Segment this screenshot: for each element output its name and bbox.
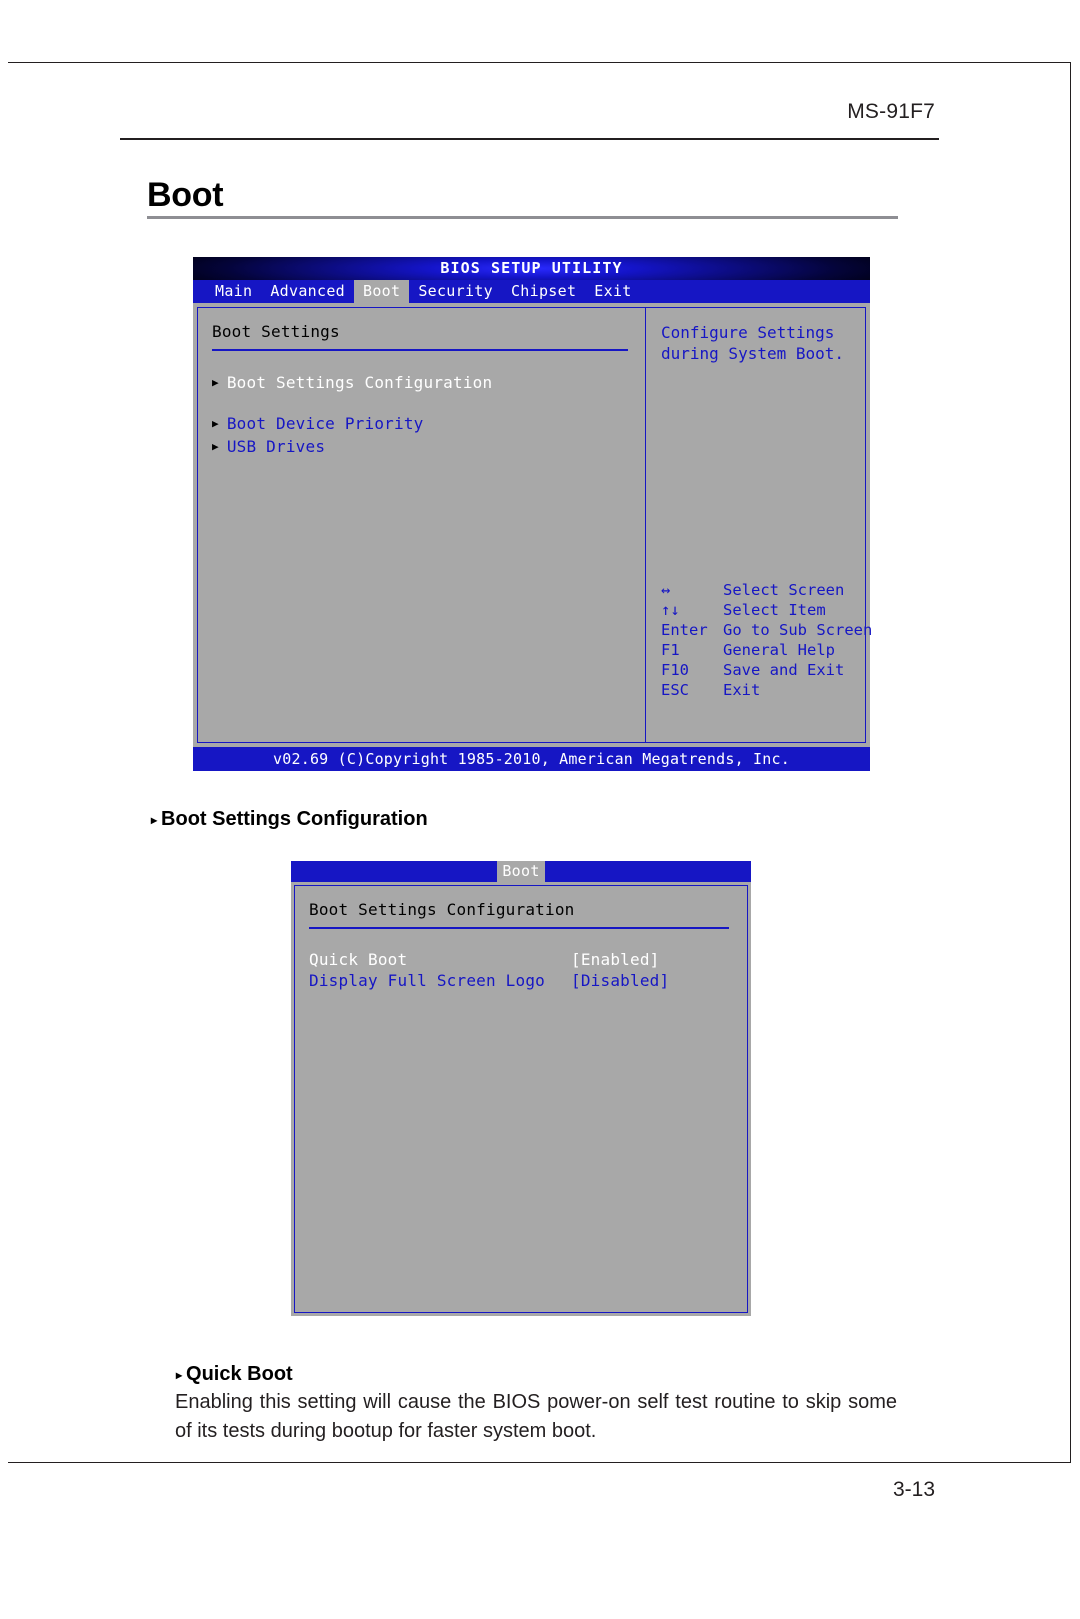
bios-menu-exit[interactable]: Exit [585,280,640,303]
bios-menu-boot[interactable]: Boot [353,280,410,303]
heading-label: Boot Settings Configuration [161,808,428,830]
bios-key-legend: ↔ Select Screen ↑↓ Select Item Enter Go … [661,580,872,700]
page-title: Boot [147,176,224,214]
bios2-body: Boot Settings Configuration Quick Boot [… [291,882,751,1316]
key-action: Select Screen [723,581,845,599]
key-legend-row: ↔ Select Screen [661,580,872,600]
key-arrows-ud: ↑↓ [661,601,680,619]
bios-options-panel: Boot Settings ▶ Boot Settings Configurat… [197,307,645,743]
bios-menu-bar: Main Advanced Boot Security Chipset Exit [193,280,870,303]
page-number: 3-13 [892,1478,935,1501]
key-legend-row: F10 Save and Exit [661,660,872,680]
bios2-row-display-full-screen-logo[interactable]: Display Full Screen Logo [Disabled] [309,970,747,991]
bios-help-panel: Configure Settings during System Boot. ↔… [645,307,872,743]
key-f10: F10 [661,661,689,679]
bios-menu-main[interactable]: Main [206,280,261,303]
body-paragraph: Enabling this setting will cause the BIO… [175,1391,897,1442]
bios-option-label: Boot Settings Configuration [226,372,493,392]
triangle-right-icon: ▸ [151,812,158,827]
title-underline [147,216,898,219]
key-action: Save and Exit [723,661,845,679]
setting-label: Quick Boot [309,949,408,969]
bios-menu-advanced[interactable]: Advanced [261,280,354,303]
bios-setup-screenshot-main: BIOS SETUP UTILITY Main Advanced Boot Se… [193,257,872,771]
bios-setup-screenshot-boot-settings: Boot Boot Settings Configuration Quick B… [291,861,751,1316]
section-divider [309,927,729,929]
bios2-menu-boot[interactable]: Boot [497,861,545,882]
key-enter: Enter [661,621,708,639]
bios2-section-title: Boot Settings Configuration [309,900,575,919]
key-legend-row: ↑↓ Select Item [661,600,872,620]
triangle-right-icon: ▶ [212,416,219,430]
bios-menu-chipset[interactable]: Chipset [502,280,585,303]
bios-body: Boot Settings ▶ Boot Settings Configurat… [193,303,872,743]
setting-value: [Disabled] [571,970,670,990]
bios-option-label: Boot Device Priority [226,413,424,433]
setting-value: [Enabled] [571,949,660,969]
section-divider [212,349,628,351]
bios-option-usb-drives[interactable]: ▶ USB Drives [212,437,645,456]
bios-section-title: Boot Settings [212,322,340,341]
bios2-options-panel: Boot Settings Configuration Quick Boot [… [294,885,748,1313]
bios-menu-security[interactable]: Security [409,280,502,303]
bios-option-boot-device-priority[interactable]: ▶ Boot Device Priority [212,414,645,433]
key-f1: F1 [661,641,680,659]
bios2-menu-bar: Boot [291,861,751,882]
bios-option-boot-settings-configuration[interactable]: ▶ Boot Settings Configuration [212,373,645,392]
key-action: General Help [723,641,835,659]
bios-copyright-footer: v02.69 (C)Copyright 1985-2010, American … [193,747,870,771]
triangle-right-icon: ▸ [176,1367,183,1382]
key-legend-row: ESC Exit [661,680,872,700]
heading-label: Quick Boot [186,1363,293,1385]
bios-title-bar: BIOS SETUP UTILITY [193,257,870,280]
key-arrows-lr: ↔ [661,581,671,599]
triangle-right-icon: ▶ [212,375,219,389]
key-action: Go to Sub Screen [723,621,873,639]
key-esc: ESC [661,681,689,699]
bios-option-label: USB Drives [226,436,326,456]
key-legend-row: Enter Go to Sub Screen [661,620,872,640]
bios2-row-quick-boot[interactable]: Quick Boot [Enabled] [309,949,747,970]
bios-help-text: Configure Settings during System Boot. [661,323,845,363]
setting-label: Display Full Screen Logo [309,970,545,990]
key-action: Select Item [723,601,826,619]
heading-boot-settings-configuration: ▸ Boot Settings Configuration [151,808,428,831]
key-action: Exit [723,681,761,699]
heading-quick-boot: ▸ Quick Boot [176,1363,293,1386]
triangle-right-icon: ▶ [212,439,219,453]
running-head: MS-91F7 [847,100,935,123]
key-legend-row: F1 General Help [661,640,872,660]
header-rule [120,138,939,140]
